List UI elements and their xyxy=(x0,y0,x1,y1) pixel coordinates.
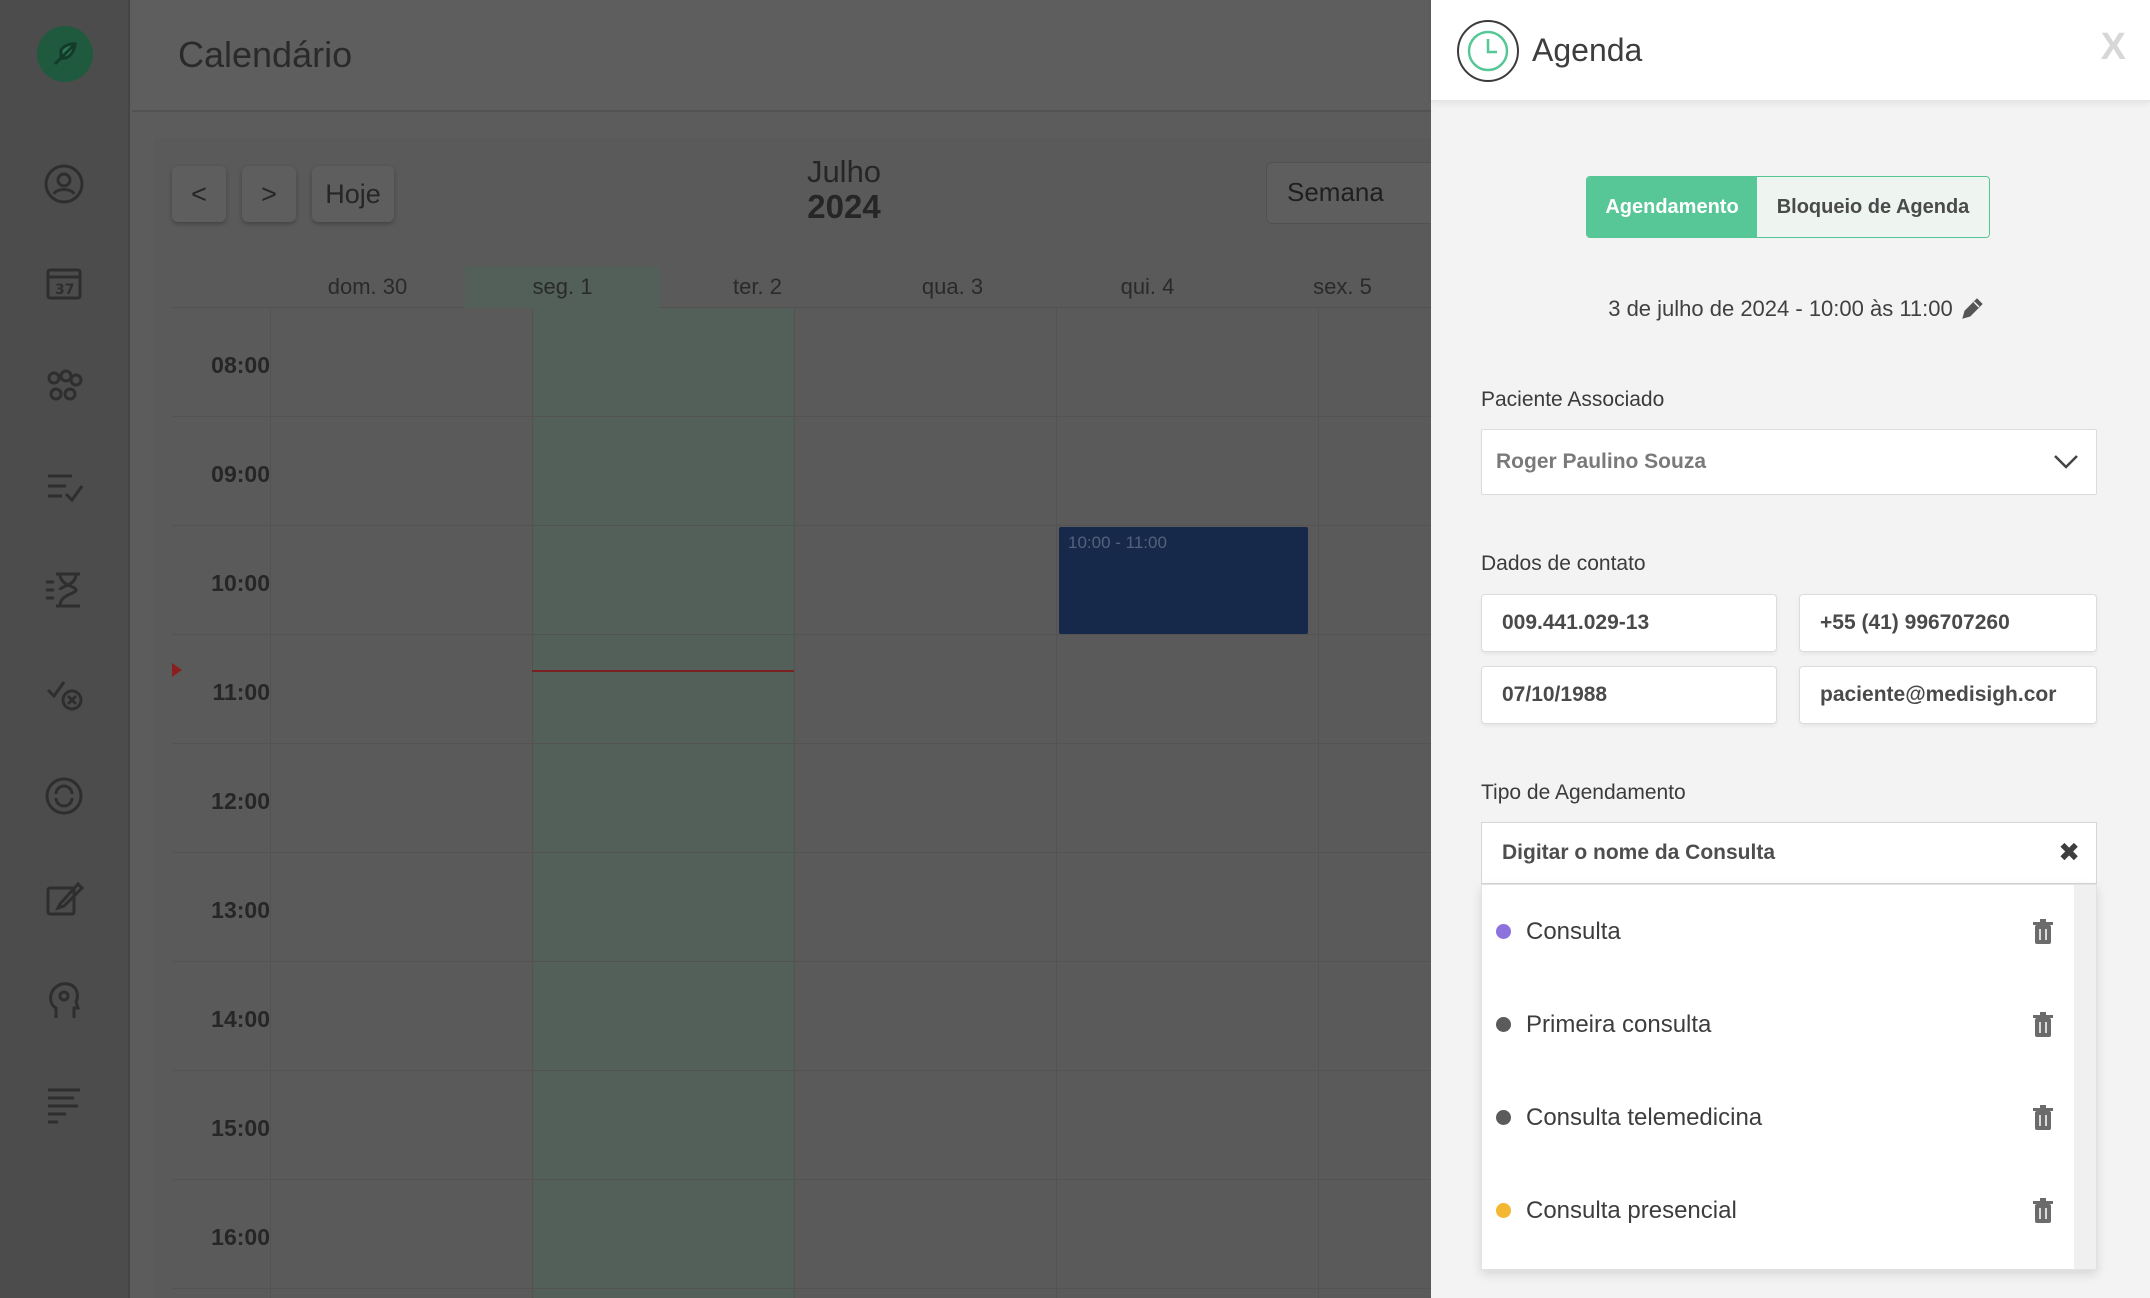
list-item[interactable]: Consulta telemedicina xyxy=(1482,1071,2076,1164)
check-x-icon[interactable] xyxy=(40,668,88,716)
edit-note-icon[interactable] xyxy=(40,874,88,922)
hour-label: 15:00 xyxy=(211,1115,270,1141)
hourglass-icon[interactable] xyxy=(40,566,88,614)
hour-label: 08:00 xyxy=(211,352,270,378)
dropdown-scrollbar[interactable] xyxy=(2074,885,2096,1269)
logo-icon[interactable] xyxy=(37,26,93,82)
option-label: Consulta telemedicina xyxy=(1526,1103,1763,1131)
view-select[interactable]: Semana xyxy=(1266,162,1456,224)
date-range: 3 de julho de 2024 - 10:00 às 11:00 xyxy=(1431,296,2150,322)
calendar: < > Hoje Julho 2024 Semana dom. 30 seg. … xyxy=(154,138,1456,1298)
day-headers: dom. 30 seg. 1 ter. 2 qua. 3 qui. 4 sex.… xyxy=(172,266,1444,308)
current-time-line xyxy=(532,670,794,672)
mode-tabs: Agendamento Bloqueio de Agenda xyxy=(1586,176,1990,238)
prev-week-button[interactable]: < xyxy=(172,166,226,222)
hour-row[interactable]: 09:00 xyxy=(172,417,1444,526)
month-label: Julho xyxy=(806,154,882,189)
trash-icon[interactable] xyxy=(2032,1198,2054,1224)
hour-row[interactable]: 14:00 xyxy=(172,962,1444,1071)
list-item[interactable]: Primeira consulta xyxy=(1482,978,2076,1071)
birthdate-field[interactable]: 07/10/1988 xyxy=(1481,666,1777,724)
hour-label: 12:00 xyxy=(211,788,270,814)
current-time-marker xyxy=(172,663,182,677)
close-button[interactable]: X xyxy=(2101,26,2126,69)
hour-label: 13:00 xyxy=(211,897,270,923)
patient-value: Roger Paulino Souza xyxy=(1496,450,1707,473)
sync-icon[interactable] xyxy=(40,772,88,820)
color-dot xyxy=(1496,1017,1511,1032)
contact-label: Dados de contato xyxy=(1481,552,1646,575)
page-title: Calendário xyxy=(178,34,353,75)
day-header[interactable]: qui. 4 xyxy=(1050,266,1245,308)
chevron-down-icon xyxy=(2054,455,2078,469)
tab-bloqueio-agenda[interactable]: Bloqueio de Agenda xyxy=(1757,177,1989,237)
time-grid[interactable]: 08:00 09:00 10:00 11:00 12:00 13:00 14:0… xyxy=(172,308,1444,1298)
hour-row[interactable]: 11:00 xyxy=(172,635,1444,744)
head-icon[interactable] xyxy=(40,976,88,1024)
sidebar: 37 xyxy=(0,0,130,1298)
trash-icon[interactable] xyxy=(2032,919,2054,945)
hour-label: 11:00 xyxy=(212,679,270,705)
color-dot xyxy=(1496,1203,1511,1218)
hour-label: 14:00 xyxy=(211,1006,270,1032)
checklist-icon[interactable] xyxy=(40,464,88,512)
email-field[interactable]: paciente@medisigh.cor xyxy=(1799,666,2097,724)
option-label: Consulta xyxy=(1526,917,1621,945)
phone-field[interactable]: +55 (41) 996707260 xyxy=(1799,594,2097,652)
appointment-type-placeholder: Digitar o nome da Consulta xyxy=(1502,841,1776,864)
appointment-type-label: Tipo de Agendamento xyxy=(1481,781,1686,804)
clear-icon[interactable]: ✖ xyxy=(2058,837,2080,868)
cpf-field[interactable]: 009.441.029-13 xyxy=(1481,594,1777,652)
event-time: 10:00 - 11:00 xyxy=(1068,533,1167,552)
agenda-drawer: Agenda X Agendamento Bloqueio de Agenda … xyxy=(1431,0,2150,1298)
hour-label: 10:00 xyxy=(211,570,270,596)
pencil-icon[interactable] xyxy=(1959,296,1985,322)
drawer-title: Agenda xyxy=(1532,32,1643,68)
top-bar: Calendário xyxy=(132,0,1432,112)
hour-row[interactable]: 13:00 xyxy=(172,853,1444,962)
hour-row[interactable]: 15:00 xyxy=(172,1071,1444,1180)
hour-row[interactable]: 16:00 xyxy=(172,1180,1444,1289)
menu-lines-icon[interactable] xyxy=(40,1080,88,1128)
group-icon[interactable] xyxy=(40,362,88,410)
day-header[interactable]: qua. 3 xyxy=(855,266,1050,308)
day-header[interactable]: ter. 2 xyxy=(660,266,855,308)
day-header[interactable]: sex. 5 xyxy=(1245,266,1440,308)
patient-select[interactable]: Roger Paulino Souza xyxy=(1481,429,2097,495)
hour-row[interactable]: 08:00 xyxy=(172,308,1444,417)
today-button[interactable]: Hoje xyxy=(312,166,394,222)
day-header-today[interactable]: seg. 1 xyxy=(465,266,660,308)
option-label: Primeira consulta xyxy=(1526,1010,1712,1038)
trash-icon[interactable] xyxy=(2032,1012,2054,1038)
day-header[interactable]: dom. 30 xyxy=(270,266,465,308)
hour-row[interactable]: 12:00 xyxy=(172,744,1444,853)
option-label: Consulta presencial xyxy=(1526,1196,1737,1224)
calendar-event[interactable]: 10:00 - 11:00 xyxy=(1059,527,1308,634)
hour-label: 09:00 xyxy=(211,461,270,487)
appointment-type-dropdown: Consulta Primeira consulta Consulta tele… xyxy=(1481,884,2097,1270)
list-item[interactable]: Consulta xyxy=(1482,885,2076,978)
calendar-badge: 37 xyxy=(55,282,74,298)
tab-agendamento[interactable]: Agendamento xyxy=(1587,177,1757,237)
trash-icon[interactable] xyxy=(2032,1105,2054,1131)
month-year-label: Julho 2024 xyxy=(774,154,914,226)
clock-icon xyxy=(1457,20,1519,82)
next-week-button[interactable]: > xyxy=(242,166,296,222)
date-range-text: 3 de julho de 2024 - 10:00 às 11:00 xyxy=(1608,296,1953,321)
drawer-header: Agenda X xyxy=(1431,0,2150,102)
year-label: 2024 xyxy=(807,188,881,225)
hour-label: 16:00 xyxy=(211,1224,270,1250)
color-dot xyxy=(1496,1110,1511,1125)
color-dot xyxy=(1496,924,1511,939)
patient-label: Paciente Associado xyxy=(1481,388,1665,411)
appointment-type-input[interactable]: Digitar o nome da Consulta ✖ xyxy=(1481,822,2097,884)
calendar-icon[interactable]: 37 xyxy=(40,260,88,308)
profile-icon[interactable] xyxy=(40,160,88,208)
list-item[interactable]: Consulta presencial xyxy=(1482,1164,2076,1257)
